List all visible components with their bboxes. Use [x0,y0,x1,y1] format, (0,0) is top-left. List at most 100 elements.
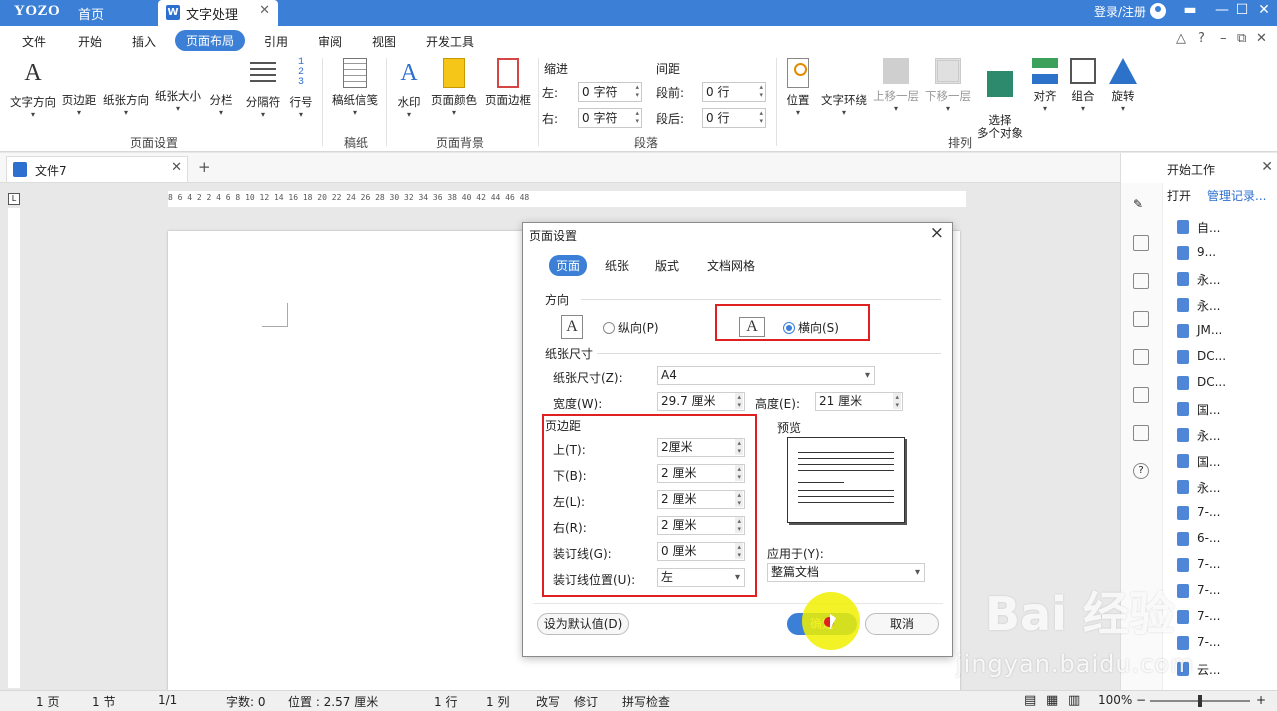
recent-file-item[interactable]: 7-... [1177,505,1220,520]
margins-button[interactable]: 页边距 ▾ [60,58,258,319]
zoom-level[interactable]: 100% [1098,693,1132,707]
menu-file[interactable]: 文件 [22,33,46,50]
send-backward-button[interactable]: 下移一层 ▾ [922,58,974,113]
portrait-radio[interactable]: 纵向(P) [603,319,659,336]
rotate-button[interactable]: 旋转 ▾ [1108,58,1138,113]
zoom-out-icon[interactable]: − [1136,693,1146,707]
zoom-slider-thumb[interactable] [1198,695,1202,707]
position-button[interactable]: 位置 ▾ [782,58,814,117]
outline-view-icon[interactable]: ▥ [1068,693,1080,708]
doc-minimize-icon[interactable]: – [1220,31,1227,46]
recent-file-item[interactable]: 永... [1177,427,1220,444]
clipboard-icon[interactable] [1133,349,1149,365]
close-window-icon[interactable]: ✕ [1254,2,1274,18]
menu-home[interactable]: 开始 [78,33,102,50]
menu-page-layout[interactable]: 页面布局 [175,30,246,51]
line-numbers-button[interactable]: 123 行号 ▾ [286,58,316,119]
tab-layout[interactable]: 版式 [655,257,679,274]
recent-file-item[interactable]: 7-... [1177,635,1220,650]
recent-file-item[interactable]: 自... [1177,219,1220,236]
columns-button[interactable]: 分栏 ▾ [206,58,400,319]
menu-developer[interactable]: 开发工具 [426,33,474,50]
recent-file-item[interactable]: DC... [1177,375,1226,390]
zoom-in-icon[interactable]: + [1256,693,1266,707]
new-tab-button[interactable]: + [198,158,211,176]
recent-file-item[interactable]: 永... [1177,297,1220,314]
indent-right-input[interactable]: 0 字符 [578,108,642,128]
recent-file-item[interactable]: 7-... [1177,583,1220,598]
width-input[interactable]: 29.7 厘米 [657,392,745,411]
settings-icon[interactable] [1133,235,1149,251]
menu-references[interactable]: 引用 [264,33,288,50]
watermark-button[interactable]: A 水印 ▾ [392,58,426,119]
indent-left-input[interactable]: 0 字符 [578,82,642,102]
app-tab-word[interactable]: W 文字处理 ✕ [158,0,278,26]
collapse-ribbon-icon[interactable]: △ [1176,31,1186,46]
close-icon[interactable]: ✕ [1261,159,1273,175]
horizontal-ruler[interactable]: 8 6 4 2 2 4 6 8 10 12 14 16 18 20 22 24 … [168,191,966,207]
tab-paper[interactable]: 纸张 [605,257,629,274]
app-logo[interactable]: YOZO [14,3,60,20]
recent-file-item[interactable]: 7-... [1177,609,1220,624]
help-icon[interactable]: ? [1198,31,1205,46]
doc-close-icon[interactable]: ✕ [1256,31,1267,46]
tab-doc-grid[interactable]: 文档网格 [707,257,755,274]
bring-forward-button[interactable]: 上移一层 ▾ [870,58,922,113]
apply-to-select[interactable]: 整篇文档 [767,563,925,582]
page-border-button[interactable]: 页面边框 [482,58,534,108]
set-default-button[interactable]: 设为默认值(D) [537,613,629,635]
recent-file-item[interactable]: 7-... [1177,557,1220,572]
maximize-icon[interactable]: ☐ [1232,2,1252,18]
doc-restore-icon[interactable]: ⧉ [1237,31,1246,46]
copy-icon[interactable] [1133,387,1149,403]
document-tab[interactable]: 文件7 ✕ [6,156,188,182]
manage-records-link[interactable]: 管理记录... [1207,187,1266,204]
recent-file-item[interactable]: 云... [1177,661,1220,678]
text-direction-button[interactable]: A 文字方向 ▾ [8,58,58,119]
space-before-input[interactable]: 0 行 [702,82,766,102]
skin-icon[interactable]: ▬ [1180,2,1200,18]
close-icon[interactable]: × [930,223,944,243]
select-objects-button[interactable]: 选择 多个对象 [974,58,1026,140]
recent-file-item[interactable]: 永... [1177,479,1220,496]
tab-stop-selector[interactable]: L [8,193,20,205]
close-icon[interactable]: ✕ [259,3,270,18]
status-revise[interactable]: 修订 [574,693,598,710]
page-color-button[interactable]: 页面颜色 ▾ [428,58,480,117]
page-view-icon[interactable]: ▤ [1024,693,1036,708]
orientation-button[interactable]: 纸张方向 ▾ [100,58,305,319]
login-link[interactable]: 登录/注册 [1094,3,1146,20]
tab-page[interactable]: 页面 [549,255,588,276]
menu-insert[interactable]: 插入 [132,33,156,50]
lock-icon[interactable] [1133,311,1149,327]
status-words[interactable]: 字数: 0 [226,693,266,710]
open-link[interactable]: 打开 [1167,187,1191,204]
close-icon[interactable]: ✕ [171,160,182,175]
menu-review[interactable]: 审阅 [318,33,342,50]
group-button[interactable]: 组合 ▾ [1068,58,1098,113]
home-tab[interactable]: 首页 [78,4,104,23]
space-after-input[interactable]: 0 行 [702,108,766,128]
recent-file-item[interactable]: JM... [1177,323,1222,338]
cancel-button[interactable]: 取消 [865,613,939,635]
recent-file-item[interactable]: 国... [1177,401,1220,418]
recent-file-item[interactable]: 9... [1177,245,1216,260]
align-button[interactable]: 对齐 ▾ [1030,58,1060,113]
edit-icon[interactable] [1133,425,1149,441]
user-icon[interactable] [1150,3,1166,19]
vertical-ruler[interactable] [8,208,20,688]
manuscript-button[interactable]: 稿纸信笺 ▾ [328,58,382,117]
status-overwrite[interactable]: 改写 [536,693,560,710]
recent-file-item[interactable]: 国... [1177,453,1220,470]
menu-view[interactable]: 视图 [372,33,396,50]
recent-file-item[interactable]: 6-... [1177,531,1220,546]
paper-size-select[interactable]: A4 [657,366,875,385]
paper-size-button[interactable]: 纸张大小 ▾ [152,58,361,315]
help-icon[interactable]: ? [1133,463,1149,479]
text-wrap-button[interactable]: 文字环绕 ▾ [818,58,1023,319]
breaks-button[interactable]: 分隔符 ▾ [242,58,284,119]
minimize-icon[interactable]: — [1212,2,1232,18]
styles-icon[interactable] [1133,273,1149,289]
status-spellcheck[interactable]: 拼写检查 [622,693,670,710]
recent-file-item[interactable]: 永... [1177,271,1220,288]
